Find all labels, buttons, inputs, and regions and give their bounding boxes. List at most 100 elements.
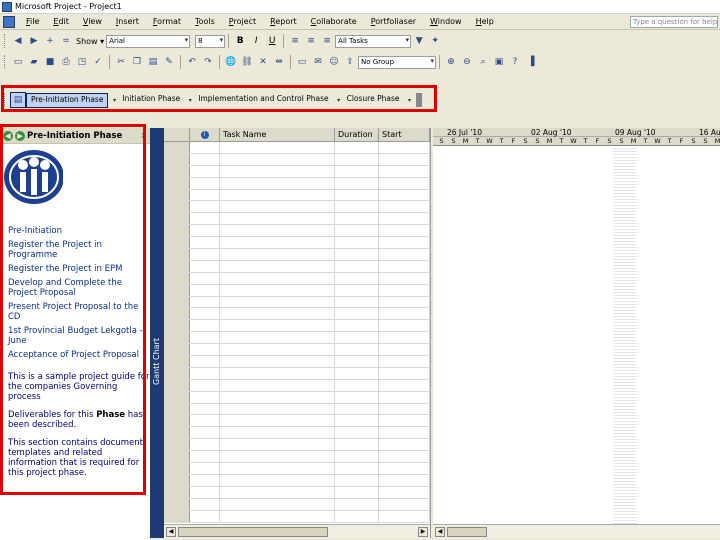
row-id-cell[interactable] — [164, 320, 190, 332]
start-cell[interactable] — [379, 320, 430, 332]
task-name-cell[interactable] — [220, 272, 335, 284]
task-name-cell[interactable] — [220, 296, 335, 308]
format-painter-icon[interactable]: ✎ — [161, 54, 177, 70]
table-row[interactable] — [164, 474, 430, 487]
row-id-cell[interactable] — [164, 284, 190, 296]
task-name-cell[interactable] — [220, 391, 335, 403]
start-cell[interactable] — [379, 213, 430, 225]
row-id-cell[interactable] — [164, 249, 190, 260]
table-row[interactable] — [164, 296, 430, 309]
indicator-cell[interactable] — [190, 237, 220, 249]
menu-portfoliaser[interactable]: Portfoliaser — [364, 17, 423, 26]
new-file-icon[interactable]: ▭ — [10, 54, 26, 70]
task-name-cell[interactable] — [220, 498, 335, 510]
row-id-cell[interactable] — [164, 189, 190, 201]
row-id-cell[interactable] — [164, 296, 190, 308]
task-name-cell[interactable] — [220, 153, 335, 165]
duration-cell[interactable] — [335, 415, 379, 427]
start-cell[interactable] — [379, 237, 430, 249]
spelling-icon[interactable]: ✓ — [90, 54, 106, 70]
table-row[interactable] — [164, 189, 430, 202]
duration-header[interactable]: Duration — [335, 128, 379, 141]
row-id-cell[interactable] — [164, 391, 190, 403]
duration-cell[interactable] — [335, 403, 379, 415]
start-cell[interactable] — [379, 427, 430, 439]
scroll-thumb[interactable] — [178, 527, 328, 537]
indicator-cell[interactable] — [190, 177, 220, 189]
duration-cell[interactable] — [335, 451, 379, 463]
start-cell[interactable] — [379, 153, 430, 165]
row-id-cell[interactable] — [164, 379, 190, 391]
duration-cell[interactable] — [335, 356, 379, 367]
arrow-left-icon[interactable]: ◀ — [10, 33, 26, 49]
table-row[interactable] — [164, 356, 430, 368]
table-row[interactable] — [164, 344, 430, 357]
indicator-cell[interactable] — [190, 201, 220, 213]
zoom-out-icon[interactable]: ⊖ — [459, 54, 475, 70]
start-cell[interactable] — [379, 510, 430, 522]
task-name-cell[interactable] — [220, 403, 335, 415]
indicator-cell[interactable] — [190, 308, 220, 320]
duration-cell[interactable] — [335, 379, 379, 391]
indicator-cell[interactable] — [190, 213, 220, 225]
row-id-header[interactable] — [164, 128, 190, 141]
print-icon[interactable]: ⎙ — [58, 54, 74, 70]
row-id-cell[interactable] — [164, 225, 190, 237]
task-name-cell[interactable] — [220, 177, 335, 189]
table-row[interactable] — [164, 225, 430, 238]
row-id-cell[interactable] — [164, 439, 190, 451]
table-row[interactable] — [164, 213, 430, 226]
task-name-cell[interactable] — [220, 332, 335, 344]
indicator-cell[interactable] — [190, 165, 220, 177]
table-row[interactable] — [164, 142, 430, 154]
row-id-cell[interactable] — [164, 213, 190, 225]
align-center-icon[interactable]: ≡ — [303, 33, 319, 49]
task-notes-icon[interactable]: ✉ — [310, 54, 326, 70]
indicator-cell[interactable] — [190, 344, 220, 356]
start-cell[interactable] — [379, 367, 430, 379]
menu-tools[interactable]: Tools — [188, 17, 222, 26]
row-id-cell[interactable] — [164, 165, 190, 177]
row-id-cell[interactable] — [164, 356, 190, 367]
task-name-cell[interactable] — [220, 308, 335, 320]
indicator-cell[interactable] — [190, 379, 220, 391]
minus-icon[interactable]: = — [58, 33, 74, 49]
task-name-cell[interactable] — [220, 367, 335, 379]
arrow-right-icon[interactable]: ▶ — [26, 33, 42, 49]
help-icon[interactable]: ? — [507, 54, 523, 70]
start-cell[interactable] — [379, 379, 430, 391]
cut-icon[interactable]: ✂ — [113, 54, 129, 70]
align-right-icon[interactable]: ≡ — [319, 33, 335, 49]
task-name-cell[interactable] — [220, 415, 335, 427]
row-id-cell[interactable] — [164, 367, 190, 379]
start-cell[interactable] — [379, 177, 430, 189]
task-name-cell[interactable] — [220, 356, 335, 367]
task-name-cell[interactable] — [220, 213, 335, 225]
row-id-cell[interactable] — [164, 427, 190, 439]
indicators-header[interactable]: i — [190, 128, 220, 141]
task-name-cell[interactable] — [220, 249, 335, 260]
start-cell[interactable] — [379, 165, 430, 177]
hyperlink-icon[interactable]: 🌐 — [223, 54, 239, 70]
duration-cell[interactable] — [335, 463, 379, 474]
indicator-cell[interactable] — [190, 225, 220, 237]
task-name-cell[interactable] — [220, 284, 335, 296]
table-row[interactable] — [164, 308, 430, 321]
row-id-cell[interactable] — [164, 415, 190, 427]
table-row[interactable] — [164, 284, 430, 297]
task-name-cell[interactable] — [220, 237, 335, 249]
start-cell[interactable] — [379, 332, 430, 344]
duration-cell[interactable] — [335, 225, 379, 237]
start-cell[interactable] — [379, 415, 430, 427]
duration-cell[interactable] — [335, 165, 379, 177]
chart-horizontal-scrollbar[interactable]: ◀ — [433, 524, 720, 538]
show-button[interactable]: Show ▾ — [74, 37, 106, 46]
indicator-cell[interactable] — [190, 142, 220, 153]
indicator-cell[interactable] — [190, 439, 220, 451]
duration-cell[interactable] — [335, 308, 379, 320]
view-bar-gantt[interactable]: Gantt Chart — [150, 128, 164, 538]
start-header[interactable]: Start — [379, 128, 430, 141]
split-task-icon[interactable]: ⇹ — [271, 54, 287, 70]
start-cell[interactable] — [379, 296, 430, 308]
start-cell[interactable] — [379, 260, 430, 272]
